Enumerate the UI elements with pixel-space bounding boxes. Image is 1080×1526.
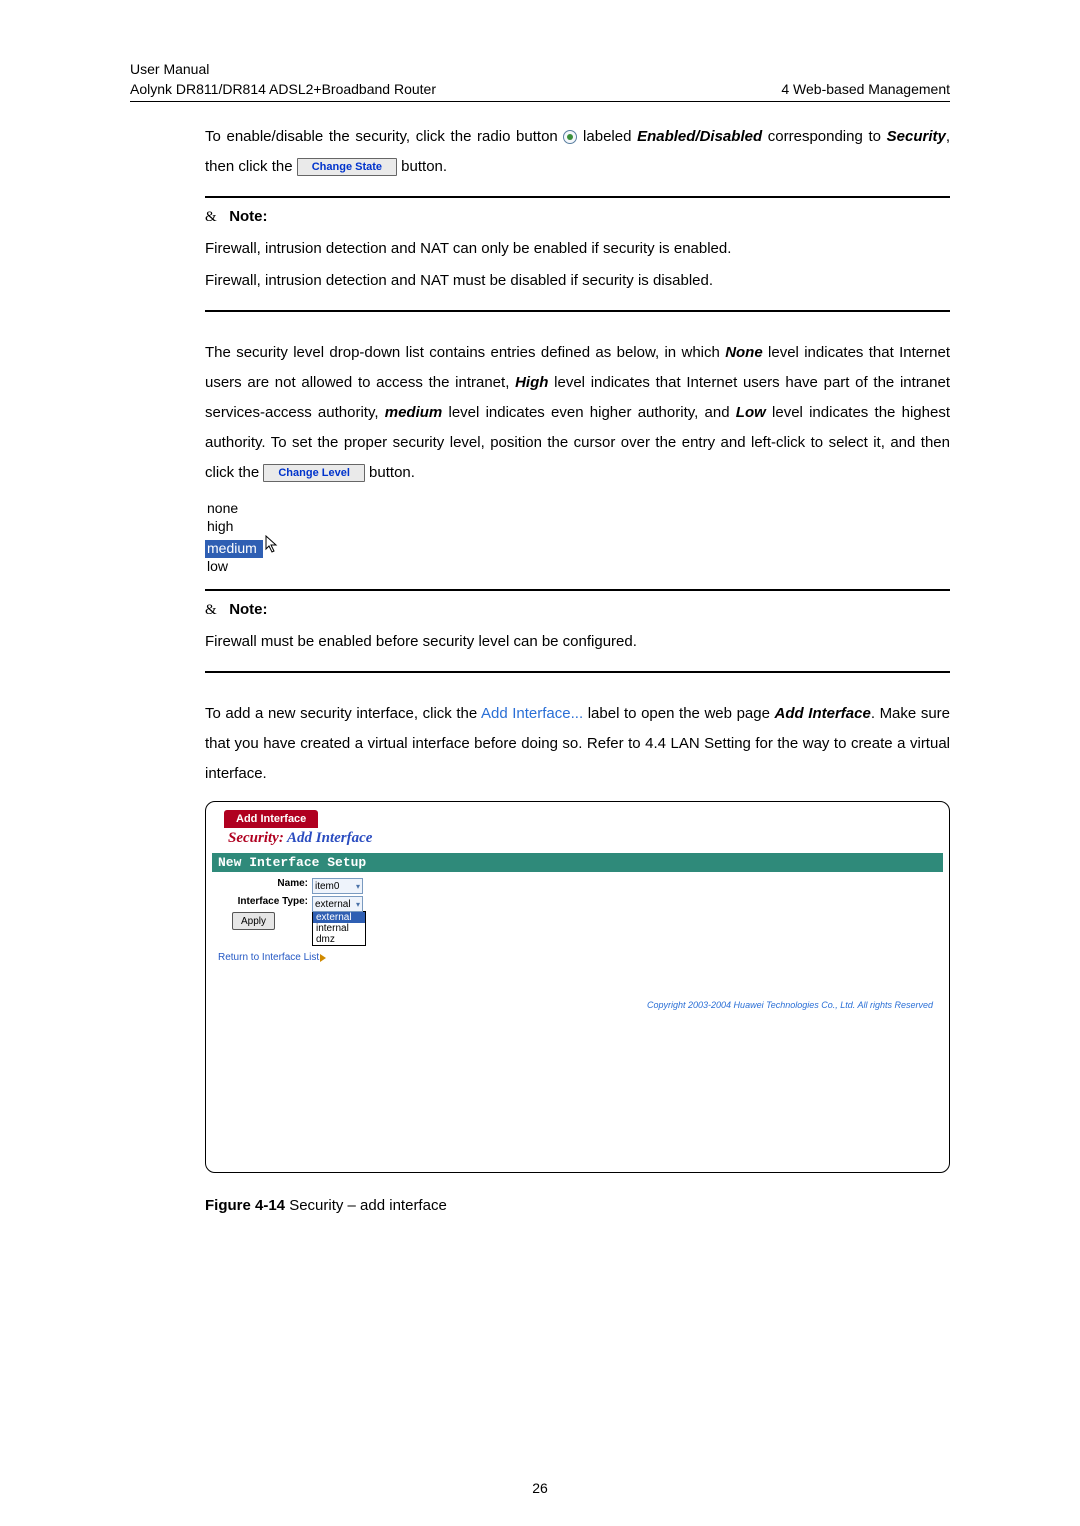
cursor-icon (265, 535, 281, 555)
label-add-interface: Add Interface (775, 705, 871, 722)
chevron-down-icon: ▾ (356, 900, 360, 909)
level-low: Low (736, 404, 766, 421)
figure-title: Security: Add Interface (228, 830, 949, 847)
change-state-button[interactable]: Change State (297, 158, 397, 176)
name-label: Name: (218, 878, 312, 889)
interface-type-select[interactable]: external▾ (312, 896, 363, 912)
arrow-right-icon (320, 954, 326, 962)
paragraph-security-level: The security level drop-down list contai… (205, 338, 950, 488)
dropdown-option-high[interactable]: high (205, 518, 285, 536)
header-line1: User Manual (130, 60, 950, 80)
add-interface-link[interactable]: Add Interface... (481, 705, 583, 722)
note1-line1: Firewall, intrusion detection and NAT ca… (205, 234, 950, 264)
dropdown-option-low[interactable]: low (205, 558, 285, 576)
dropdown-option-none[interactable]: none (205, 500, 285, 518)
change-level-button[interactable]: Change Level (263, 464, 365, 482)
note-heading: & Note: (205, 601, 950, 619)
label-enabled-disabled: Enabled/Disabled (637, 128, 762, 145)
option-dmz[interactable]: dmz (313, 934, 365, 945)
level-medium: medium (385, 404, 443, 421)
dropdown-option-medium[interactable]: medium (205, 540, 263, 558)
header-right: 4 Web-based Management (781, 80, 950, 100)
paragraph-add-interface: To add a new security interface, click t… (205, 699, 950, 789)
page-header: User Manual Aolynk DR811/DR814 ADSL2+Bro… (130, 60, 950, 102)
chevron-down-icon: ▾ (356, 882, 360, 891)
option-internal[interactable]: internal (313, 923, 365, 934)
divider (205, 310, 950, 312)
apply-button[interactable]: Apply (232, 912, 275, 930)
interface-type-label: Interface Type: (218, 896, 312, 907)
figure-section-bar: New Interface Setup (212, 853, 943, 872)
divider (205, 589, 950, 591)
figure-tab[interactable]: Add Interface (224, 810, 318, 828)
divider (205, 671, 950, 673)
interface-type-options[interactable]: external internal dmz (312, 911, 366, 946)
copyright-text: Copyright 2003-2004 Huawei Technologies … (647, 1000, 933, 1010)
header-left: Aolynk DR811/DR814 ADSL2+Broadband Route… (130, 80, 436, 100)
security-level-dropdown[interactable]: none high medium low (205, 500, 285, 575)
paragraph-enable-security: To enable/disable the security, click th… (205, 122, 950, 182)
name-select[interactable]: item0▾ (312, 878, 363, 894)
option-external[interactable]: external (313, 912, 365, 923)
note2-text: Firewall must be enabled before security… (205, 627, 950, 657)
return-to-list-link[interactable]: Return to Interface List (218, 952, 319, 963)
figure-caption: Figure 4-14 Security – add interface (205, 1197, 950, 1214)
level-none: None (725, 344, 763, 361)
note1-line2: Firewall, intrusion detection and NAT mu… (205, 266, 950, 296)
note-heading: & Note: (205, 208, 950, 226)
page-number: 26 (0, 1480, 1080, 1496)
radio-selected-icon (563, 130, 577, 144)
label-security: Security (887, 128, 946, 145)
divider (205, 196, 950, 198)
level-high: High (515, 374, 548, 391)
figure-add-interface: Add Interface Security: Add Interface Ne… (205, 801, 950, 1173)
